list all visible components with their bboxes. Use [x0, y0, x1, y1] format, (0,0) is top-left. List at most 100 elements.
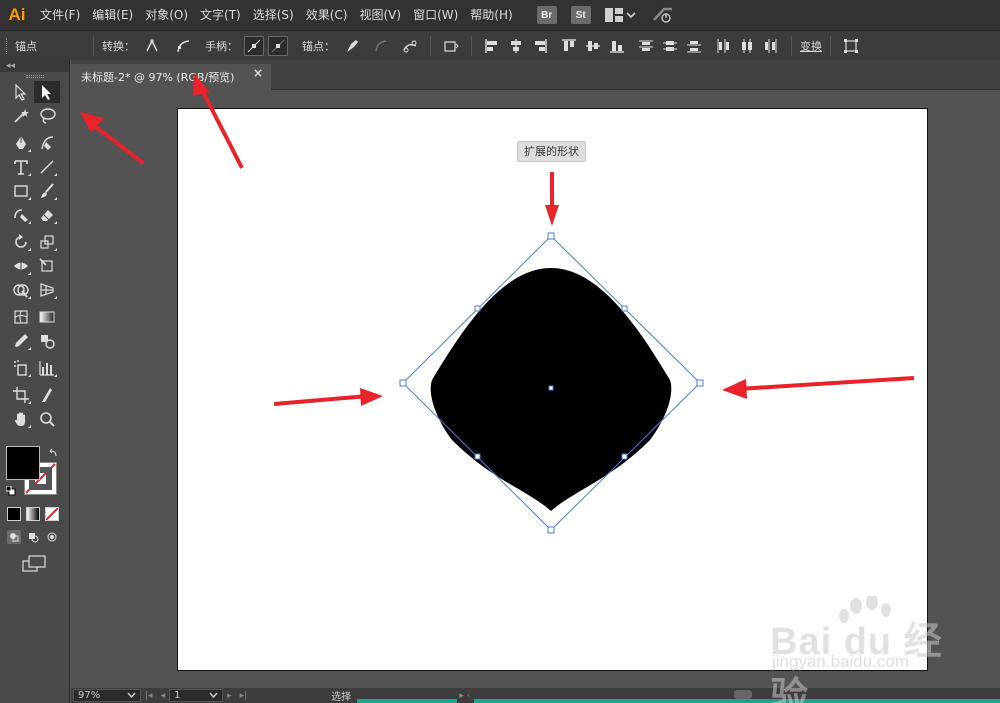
menu-help[interactable]: 帮助(H)	[464, 0, 518, 30]
zoom-field[interactable]: 97%	[73, 689, 141, 702]
none-mode-icon[interactable]	[45, 507, 59, 521]
menu-window[interactable]: 窗口(W)	[407, 0, 464, 30]
perspective-grid-icon[interactable]	[34, 279, 60, 301]
gradient-icon[interactable]	[34, 306, 60, 328]
scale-icon[interactable]	[34, 231, 60, 253]
first-artboard-icon[interactable]: |◂	[145, 691, 153, 701]
document-tab[interactable]: 未标题-2* @ 97% (RGB/预览)	[71, 64, 271, 90]
convert-label: 转换：	[102, 39, 135, 53]
align-vcenter-icon[interactable]	[584, 37, 602, 55]
gradient-mode-icon[interactable]	[26, 507, 40, 521]
screen-mode-icon[interactable]	[22, 555, 48, 573]
chevron-down-icon	[209, 692, 218, 699]
connect-anchors-icon[interactable]	[372, 37, 390, 55]
menu-select[interactable]: 选择(S)	[247, 0, 300, 30]
blend-icon[interactable]	[34, 330, 60, 352]
tools-grip[interactable]	[0, 72, 69, 80]
hand-icon[interactable]	[8, 408, 34, 430]
lasso-icon[interactable]	[34, 105, 60, 127]
draw-mode-row	[7, 530, 59, 544]
menu-bar: Ai 文件(F) 编辑(E) 对象(O) 文字(T) 选择(S) 效果(C) 视…	[0, 0, 1000, 30]
eraser-icon[interactable]	[34, 204, 60, 226]
selection-arrow-icon[interactable]	[8, 81, 34, 103]
align-hcenter-icon[interactable]	[507, 37, 525, 55]
stock-button[interactable]: St	[570, 6, 591, 24]
rectangle-icon[interactable]	[8, 180, 34, 202]
bounding-box-icon[interactable]	[842, 37, 860, 55]
distribute-hcenter-icon[interactable]	[738, 37, 756, 55]
menu-effect[interactable]: 效果(C)	[300, 0, 354, 30]
status-bar: 97% |◂ ◂ 1 ▸ ▸| 选择 ▸ ‹	[71, 688, 1000, 703]
menu-type[interactable]: 文字(T)	[194, 0, 247, 30]
type-icon[interactable]	[8, 156, 34, 178]
color-mode-icon[interactable]	[7, 507, 21, 521]
paintbrush-icon[interactable]	[34, 180, 60, 202]
width-icon[interactable]	[8, 255, 34, 277]
draw-behind-icon[interactable]	[26, 530, 40, 544]
magic-wand-icon[interactable]	[8, 105, 34, 127]
align-bottom-icon[interactable]	[608, 37, 626, 55]
artboard-field[interactable]: 1	[169, 689, 224, 702]
symbol-sprayer-icon[interactable]	[8, 357, 34, 379]
close-tab-icon[interactable]: ×	[253, 66, 263, 80]
remove-anchor-icon[interactable]	[343, 37, 361, 55]
scrollbar-thumb[interactable]	[734, 690, 753, 699]
free-transform-icon[interactable]	[34, 255, 60, 277]
distribute-bottom-icon[interactable]	[685, 37, 703, 55]
direct-selection-icon[interactable]	[34, 81, 60, 103]
status-menu-icon[interactable]: ▸ ‹	[459, 691, 470, 701]
mesh-icon[interactable]	[8, 306, 34, 328]
eyedropper-icon[interactable]	[8, 330, 34, 352]
show-handles-icon[interactable]	[244, 35, 264, 56]
align-right-icon[interactable]	[531, 37, 549, 55]
artboard-icon[interactable]	[8, 384, 34, 406]
workspace-switcher[interactable]	[604, 8, 636, 22]
pen-icon[interactable]	[8, 132, 34, 154]
swap-colors-icon[interactable]	[49, 448, 59, 458]
tool-row	[0, 356, 69, 380]
anchor-mode-label: 锚点	[15, 39, 37, 53]
gpu-performance-icon[interactable]	[652, 6, 674, 24]
distribute-vcenter-icon[interactable]	[661, 37, 679, 55]
hide-handles-icon[interactable]	[268, 35, 288, 56]
tools-collapse-icon[interactable]: ◂◂	[0, 60, 69, 72]
divider	[791, 35, 792, 56]
distribute-top-icon[interactable]	[637, 37, 655, 55]
shape-builder-icon[interactable]	[8, 279, 34, 301]
horizontal-scrollbar[interactable]	[474, 690, 1000, 703]
menu-object[interactable]: 对象(O)	[139, 0, 194, 30]
distribute-left-icon[interactable]	[714, 37, 732, 55]
tool-row	[0, 179, 69, 203]
slice-icon[interactable]	[34, 384, 60, 406]
zoom-value: 97%	[78, 690, 101, 701]
cut-path-icon[interactable]	[401, 37, 419, 55]
artboard[interactable]	[177, 108, 928, 671]
next-artboard-icon[interactable]: ▸	[227, 691, 232, 701]
bridge-button[interactable]: Br	[536, 6, 557, 24]
distribute-right-icon[interactable]	[762, 37, 780, 55]
menu-file[interactable]: 文件(F)	[34, 0, 86, 30]
shaper-icon[interactable]	[8, 204, 34, 226]
rotate-icon[interactable]	[8, 231, 34, 253]
convert-to-corner-icon[interactable]	[143, 37, 161, 55]
prev-artboard-icon[interactable]: ◂	[161, 691, 166, 701]
menu-edit[interactable]: 编辑(E)	[86, 0, 139, 30]
default-colors-icon[interactable]	[6, 486, 16, 496]
control-bar-grip[interactable]	[6, 37, 9, 54]
transform-link[interactable]: 变换	[800, 38, 822, 54]
graph-icon[interactable]	[34, 357, 60, 379]
isolate-object-icon[interactable]	[442, 37, 460, 55]
align-top-icon[interactable]	[560, 37, 578, 55]
fill-swatch[interactable]	[6, 446, 40, 480]
zoom-icon[interactable]	[34, 408, 60, 430]
menu-view[interactable]: 视图(V)	[353, 0, 407, 30]
draw-inside-icon[interactable]	[45, 530, 59, 544]
last-artboard-icon[interactable]: ▸|	[240, 691, 248, 701]
convert-to-smooth-icon[interactable]	[174, 37, 192, 55]
curvature-icon[interactable]	[34, 132, 60, 154]
canvas-area[interactable]	[71, 91, 1000, 688]
draw-normal-icon[interactable]	[7, 530, 21, 544]
line-segment-icon[interactable]	[34, 156, 60, 178]
align-left-icon[interactable]	[483, 37, 501, 55]
tools-panel: ◂◂	[0, 60, 70, 703]
